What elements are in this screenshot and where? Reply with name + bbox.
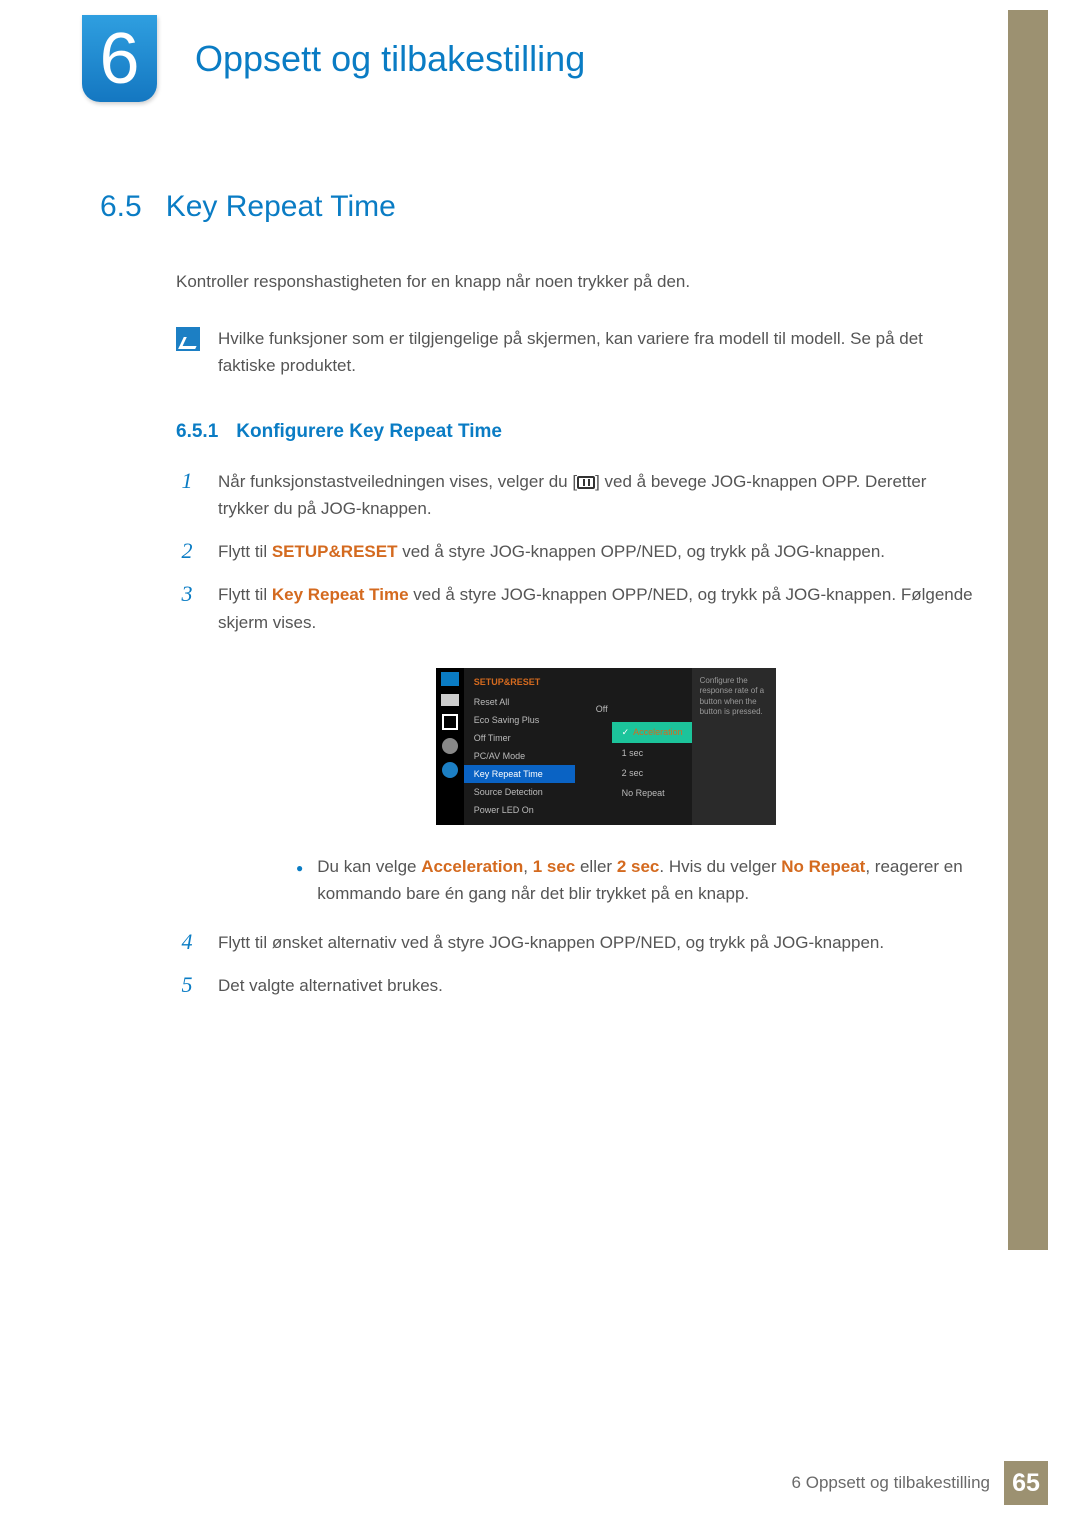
footer-page-number: 65	[1004, 1461, 1048, 1505]
subsection-title: Konfigurere Key Repeat Time	[236, 421, 502, 443]
section-number: 6.5	[100, 190, 142, 224]
keyword-setup-reset: SETUP&RESET	[272, 542, 398, 561]
osd-sub-1sec: 1 sec	[612, 743, 692, 763]
osd-icon-column	[436, 668, 464, 825]
step-2: 2 Flytt til SETUP&RESET ved å styre JOG-…	[176, 538, 980, 565]
osd-menu: SETUP&RESET Reset All Eco Saving Plus Of…	[464, 668, 575, 825]
osd-item-power-led: Power LED On	[464, 801, 575, 819]
keyword-no-repeat: No Repeat	[781, 857, 865, 876]
osd-settings-icon	[442, 738, 458, 754]
osd-info-icon	[442, 762, 458, 778]
keyword-acceleration: Acceleration	[421, 857, 523, 876]
osd-sub-acceleration: Acceleration	[612, 722, 692, 743]
osd-value-column: Off	[575, 668, 612, 825]
section-heading: 6.5 Key Repeat Time	[100, 190, 980, 224]
bullet-text: Du kan velge Acceleration, 1 sec eller 2…	[317, 853, 980, 907]
chapter-title: Oppsett og tilbakestilling	[195, 38, 585, 80]
note-icon	[176, 327, 200, 351]
osd-item-reset-all: Reset All	[464, 693, 575, 711]
keyword-2sec: 2 sec	[617, 857, 660, 876]
text-fragment: ved å styre JOG-knappen OPP/NED, og tryk…	[397, 542, 885, 561]
osd-item-pc-av-mode: PC/AV Mode	[464, 747, 575, 765]
osd-help-panel: Configure the response rate of a button …	[692, 668, 776, 825]
step-text: Det valgte alternativet brukes.	[218, 972, 443, 999]
osd-item-off-timer: Off Timer	[464, 729, 575, 747]
step-number: 5	[176, 972, 198, 999]
osd-screenshot: SETUP&RESET Reset All Eco Saving Plus Of…	[436, 668, 776, 825]
chapter-header: 6 Oppsett og tilbakestilling	[82, 15, 585, 102]
osd-picture-icon	[441, 672, 459, 686]
osd-menu-header: SETUP&RESET	[464, 674, 575, 693]
osd-item-key-repeat: Key Repeat Time	[464, 765, 575, 783]
step-text: Flytt til SETUP&RESET ved å styre JOG-kn…	[218, 538, 885, 565]
note-text: Hvilke funksjoner som er tilgjengelige p…	[218, 325, 980, 379]
step-5: 5 Det valgte alternativet brukes.	[176, 972, 980, 999]
step-number: 2	[176, 538, 198, 565]
osd-screen-icon	[441, 694, 459, 706]
section-title: Key Repeat Time	[166, 190, 396, 224]
osd-item-source-detect: Source Detection	[464, 783, 575, 801]
keyword-1sec: 1 sec	[533, 857, 576, 876]
steps-list: 1 Når funksjonstastveiledningen vises, v…	[176, 468, 980, 1000]
text-fragment: ,	[523, 857, 532, 876]
keyword-key-repeat-time: Key Repeat Time	[272, 585, 409, 604]
step-text: Flytt til ønsket alternativ ved å styre …	[218, 929, 884, 956]
osd-submenu: Acceleration 1 sec 2 sec No Repeat	[612, 668, 692, 825]
footer-chapter-ref: 6 Oppsett og tilbakestilling	[792, 1473, 990, 1493]
step-text: Når funksjonstastveiledningen vises, vel…	[218, 468, 980, 522]
page-content: 6.5 Key Repeat Time Kontroller responsha…	[100, 190, 980, 1016]
step-number: 3	[176, 581, 198, 635]
osd-size-icon	[442, 714, 458, 730]
text-fragment: Flytt til	[218, 542, 272, 561]
step-3: 3 Flytt til Key Repeat Time ved å styre …	[176, 581, 980, 635]
text-fragment: Flytt til	[218, 585, 272, 604]
text-fragment: eller	[575, 857, 617, 876]
text-fragment: . Hvis du velger	[659, 857, 781, 876]
page-side-stripe	[1008, 10, 1048, 1250]
step-4: 4 Flytt til ønsket alternativ ved å styr…	[176, 929, 980, 956]
chapter-number-badge: 6	[82, 15, 157, 102]
osd-value-off: Off	[575, 700, 612, 718]
menu-grid-icon	[577, 476, 595, 489]
osd-item-eco-saving: Eco Saving Plus	[464, 711, 575, 729]
subsection-number: 6.5.1	[176, 421, 218, 443]
step-1: 1 Når funksjonstastveiledningen vises, v…	[176, 468, 980, 522]
note-block: Hvilke funksjoner som er tilgjengelige p…	[176, 325, 980, 379]
osd-sub-2sec: 2 sec	[612, 763, 692, 783]
text-fragment: Du kan velge	[317, 857, 421, 876]
text-fragment: Når funksjonstastveiledningen vises, vel…	[218, 472, 577, 491]
bullet-icon: ●	[296, 859, 303, 907]
osd-sub-no-repeat: No Repeat	[612, 783, 692, 803]
step-3-bullet: ● Du kan velge Acceleration, 1 sec eller…	[296, 853, 980, 907]
section-intro: Kontroller responshastigheten for en kna…	[176, 269, 980, 295]
step-text: Flytt til Key Repeat Time ved å styre JO…	[218, 581, 980, 635]
step-number: 1	[176, 468, 198, 522]
subsection-heading: 6.5.1 Konfigurere Key Repeat Time	[176, 421, 980, 443]
osd-panel: SETUP&RESET Reset All Eco Saving Plus Of…	[436, 668, 776, 825]
page-footer: 6 Oppsett og tilbakestilling 65	[792, 1461, 1048, 1505]
step-number: 4	[176, 929, 198, 956]
